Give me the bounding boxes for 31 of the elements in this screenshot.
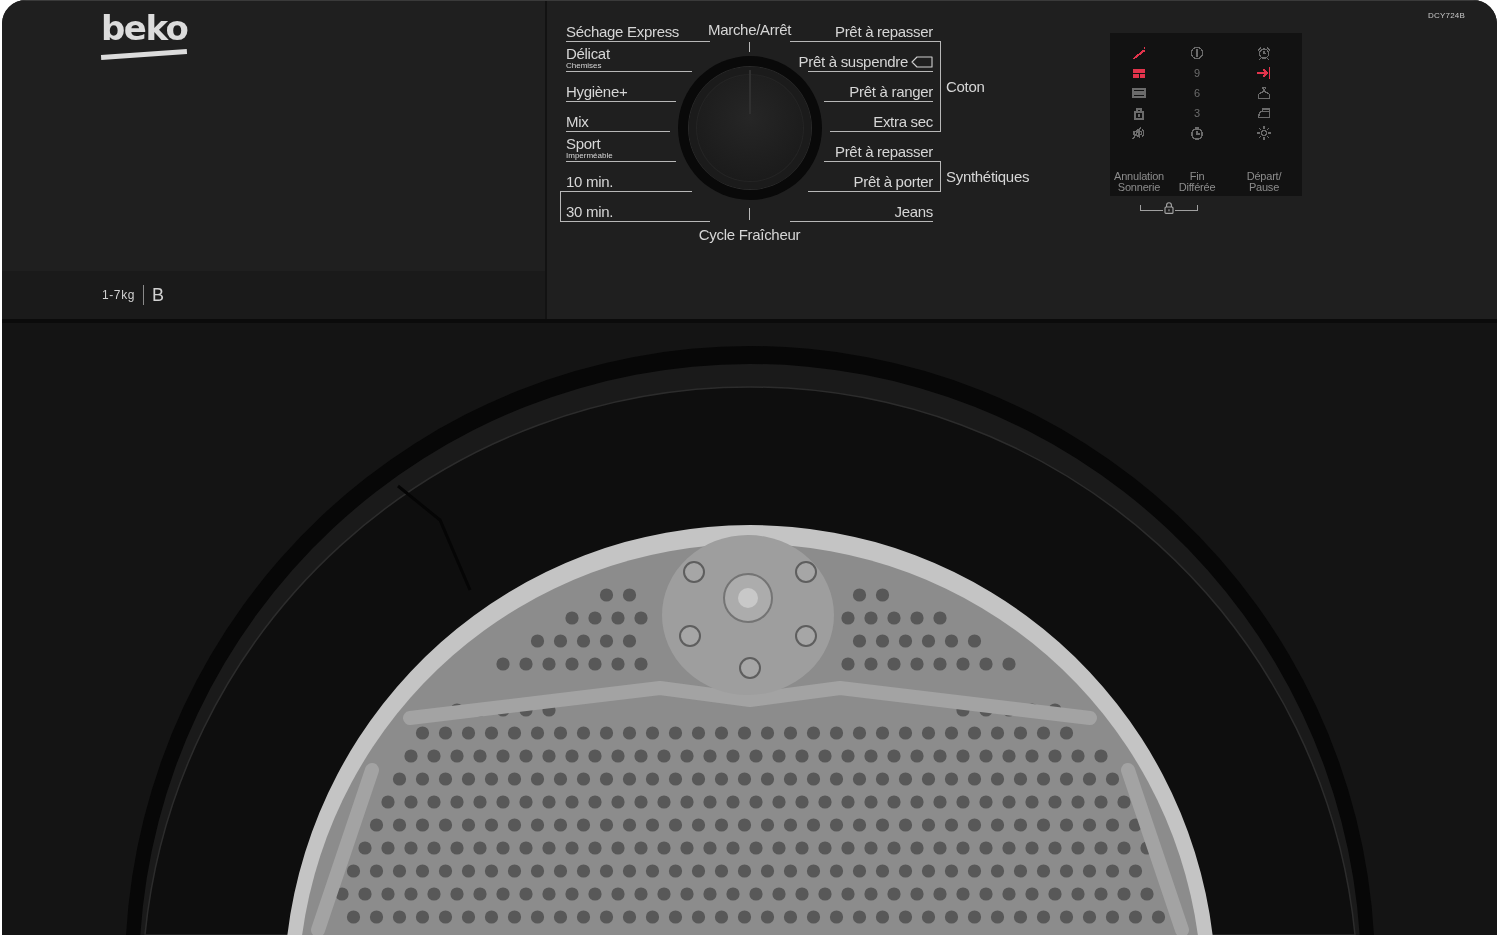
- group-label: Coton: [946, 77, 985, 96]
- program-sublabel: Imperméable: [566, 151, 613, 160]
- dial-label: Marche/Arrêt: [707, 21, 792, 38]
- program-label: Jeans: [894, 203, 933, 220]
- touch-key[interactable]: Annulation Sonnerie: [1114, 171, 1164, 192]
- indicator-digit: 3: [1193, 107, 1201, 119]
- group-label: Synthétiques: [946, 167, 1030, 186]
- program-label: 10 min.: [566, 173, 614, 190]
- indicator-digit: 9: [1193, 67, 1201, 79]
- program-label: Séchage Express: [566, 23, 680, 40]
- program-label: Délicat: [566, 46, 610, 61]
- dial-label: Cycle Fraîcheur: [698, 225, 801, 243]
- program-label: Prêt à porter: [853, 173, 933, 190]
- program-label: Prêt à ranger: [849, 83, 933, 100]
- touch-key[interactable]: Fin Différée: [1178, 171, 1216, 192]
- model-label: DCY724B: [1428, 11, 1465, 20]
- energy-class-label: B: [152, 284, 165, 306]
- program-label: Prêt à suspendre: [798, 53, 908, 70]
- touch-key[interactable]: Départ/ Pause: [1246, 171, 1282, 192]
- program-label: Sport: [566, 136, 601, 151]
- program-label: Extra sec: [873, 113, 933, 130]
- capacity-label: 1-7kg: [102, 288, 136, 302]
- program-sublabel: Chemises: [566, 61, 602, 70]
- program-label: Mix: [566, 113, 589, 130]
- brand-logo: beko: [101, 12, 188, 57]
- program-label: Prêt à repasser: [834, 143, 933, 160]
- tag-icon: [911, 55, 933, 68]
- indicator-digit: 6: [1193, 87, 1201, 99]
- program-label: Prêt à repasser: [834, 23, 933, 40]
- program-label: 30 min.: [566, 203, 614, 220]
- program-label: Hygiène+: [566, 83, 628, 100]
